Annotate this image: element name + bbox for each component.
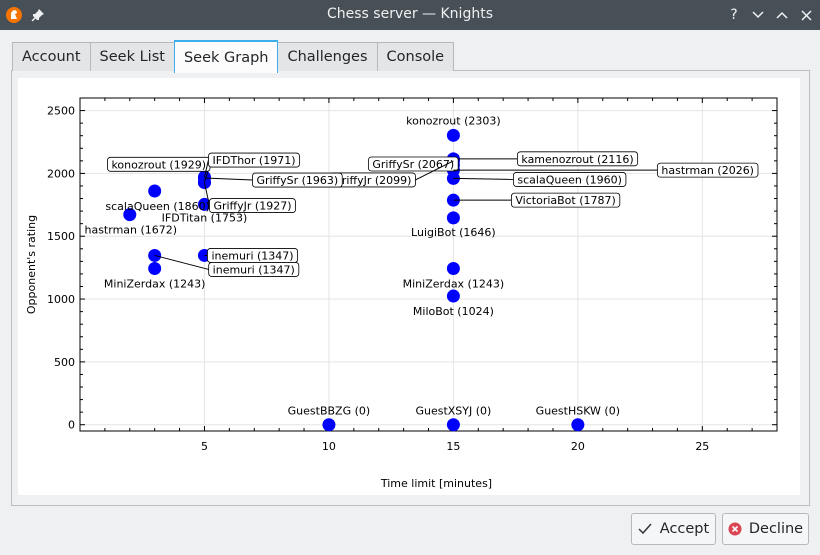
data-point	[148, 184, 162, 198]
point-label: MiloBot (1024)	[413, 305, 494, 318]
point-label: LuigiBot (1646)	[411, 226, 496, 239]
chevron-down-icon	[752, 11, 764, 19]
tab-challenges[interactable]: Challenges	[277, 42, 378, 71]
cancel-icon	[728, 522, 742, 536]
accept-label: Accept	[659, 521, 710, 537]
tab-seek-graph[interactable]: Seek Graph	[173, 40, 279, 73]
point-label: inemuri (1347)	[211, 249, 293, 262]
data-point	[148, 262, 162, 276]
point-label: kamenozrout (2116)	[521, 153, 633, 166]
y-tick-label: 1500	[47, 230, 75, 243]
x-axis-label: Time limit [minutes]	[380, 477, 492, 490]
seek-graph-chart: 5 10 15 20 25 0 500 1000 1500 2000 2500 Time limit …	[25, 97, 778, 490]
tab-seek-list[interactable]: Seek List	[89, 42, 175, 71]
point-label: konozrout (1929)	[111, 158, 206, 171]
maximize-button[interactable]	[771, 5, 793, 25]
y-tick-label: 2500	[47, 105, 75, 118]
data-point	[571, 418, 585, 432]
point-label: MiniZerdax (1243)	[403, 278, 505, 291]
decline-label: Decline	[748, 521, 804, 537]
data-point	[446, 289, 460, 303]
data-point	[446, 211, 460, 225]
close-button[interactable]	[795, 5, 817, 25]
title-bar: Chess server — Knights ?	[0, 0, 820, 30]
point-label: IFDTitan (1753)	[162, 211, 248, 224]
point-label: inemuri (1347)	[213, 263, 295, 276]
point-label: hastrman (2026)	[661, 164, 754, 177]
close-icon	[800, 9, 812, 21]
tab-account[interactable]: Account	[12, 42, 91, 71]
point-label: VictoriaBot (1787)	[515, 194, 615, 207]
x-tick-label: 10	[322, 440, 336, 453]
point-label: GriffyJr (2099)	[333, 174, 411, 187]
point-label: GriffySr (1963)	[256, 174, 338, 187]
data-point	[322, 418, 336, 432]
y-axis-label: Opponent's rating	[25, 215, 38, 314]
point-label: scalaQueen (1960)	[517, 173, 622, 186]
point-label: GuestHSKW (0)	[536, 405, 620, 418]
point-label: GriffySr (2067)	[372, 158, 454, 171]
data-point	[446, 418, 460, 432]
point-label: MiniZerdax (1243)	[104, 278, 206, 291]
x-tick-label: 25	[695, 440, 709, 453]
point-label: konozrout (2303)	[406, 114, 501, 127]
point-label: GuestXSYJ (0)	[415, 405, 491, 418]
data-point	[446, 262, 460, 276]
y-tick-label: 500	[54, 356, 75, 369]
decline-button[interactable]: Decline	[722, 513, 809, 545]
point-label: IFDThor (1971)	[212, 154, 295, 167]
window-title: Chess server — Knights	[326, 6, 493, 22]
tab-bar: Account Seek List Seek Graph Challenges …	[12, 40, 455, 73]
data-point	[446, 128, 460, 142]
point-label: scalaQueen (1860)	[105, 200, 210, 213]
minimize-button[interactable]	[747, 5, 769, 25]
x-tick-label: 15	[446, 440, 460, 453]
y-tick-label: 0	[68, 419, 75, 432]
x-tick-label: 5	[201, 440, 208, 453]
y-tick-label: 1000	[47, 293, 75, 306]
point-label: GuestBBZG (0)	[288, 405, 371, 418]
chevron-up-icon	[776, 11, 788, 19]
leader-line	[204, 177, 253, 181]
seek-graph: 5 10 15 20 25 0 500 1000 1500 2000 2500 Time limit …	[18, 78, 800, 495]
accept-button[interactable]: Accept	[631, 513, 716, 545]
point-label: hastrman (1672)	[84, 224, 177, 237]
check-icon	[638, 523, 652, 535]
help-button[interactable]: ?	[723, 5, 745, 25]
tab-console[interactable]: Console	[376, 42, 455, 71]
x-tick-label: 20	[571, 440, 585, 453]
leader-line	[453, 177, 514, 180]
y-tick-label: 2000	[47, 167, 75, 180]
plot-frame	[79, 97, 778, 432]
